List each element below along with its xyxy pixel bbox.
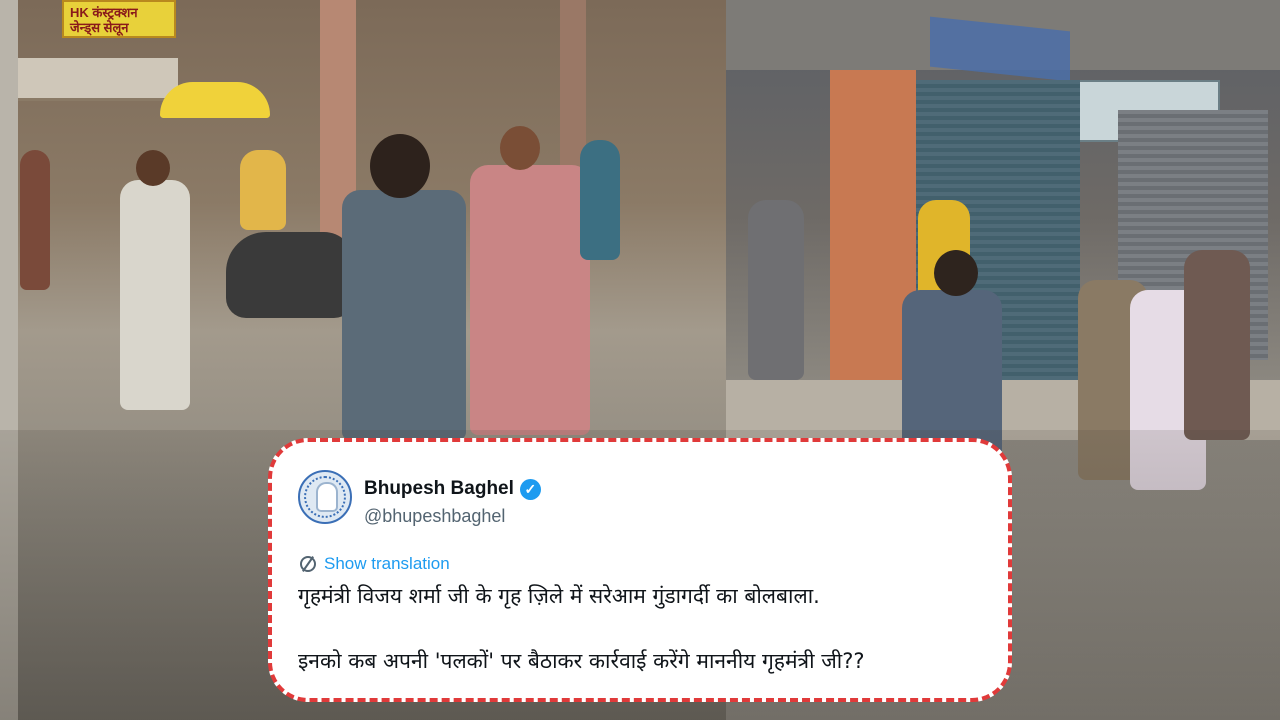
bystander [20, 150, 50, 290]
bystander [240, 150, 286, 230]
user-handle[interactable]: @bhupeshbaghel [364, 506, 505, 527]
verified-badge-icon: ✓ [519, 478, 541, 500]
avatar[interactable] [298, 470, 352, 524]
author-row: Bhupesh Baghel ✓ [364, 478, 541, 500]
tweet-card[interactable]: Bhupesh Baghel ✓ @bhupeshbaghel Show tra… [268, 438, 1012, 702]
bystander [748, 200, 804, 380]
motorcycle [226, 232, 354, 318]
display-name[interactable]: Bhupesh Baghel [364, 478, 514, 500]
shop-awning [18, 58, 178, 101]
bystander [580, 140, 620, 260]
tweet-text-line: इनको कब अपनी 'पलकों' पर बैठाकर कार्रवाई … [298, 649, 865, 673]
person-head [500, 126, 540, 170]
person-head [934, 250, 978, 296]
shop-sign-left: HK कंस्ट्रक्शन जेन्ड्स सेलून [62, 0, 176, 38]
tweet-text-line: गृहमंत्री विजय शर्मा जी के गृह ज़िले में… [298, 584, 820, 608]
person-head [370, 134, 430, 198]
person-striped-shirt [342, 190, 466, 440]
translate-icon [300, 556, 316, 572]
person-pink-shirt [470, 165, 590, 435]
yellow-umbrella [160, 82, 270, 118]
bystander [1184, 250, 1250, 440]
show-translation-row[interactable]: Show translation [300, 554, 450, 574]
person-head [136, 150, 170, 186]
person-running [120, 180, 190, 410]
show-translation-link[interactable]: Show translation [324, 554, 450, 574]
profile-figure-icon [318, 484, 336, 510]
